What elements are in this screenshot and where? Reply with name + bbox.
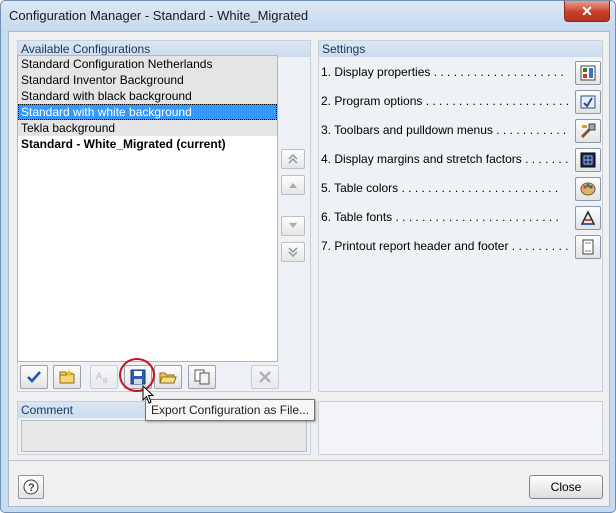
rename-configuration-button[interactable]: AB	[90, 365, 118, 389]
footer-separator	[9, 460, 609, 461]
config-list-item[interactable]: Standard Inventor Background	[18, 72, 277, 88]
copy-icon	[194, 369, 210, 385]
new-folder-icon	[59, 369, 75, 384]
setting-label: 5. Table colors . . . . . . . . . . . . …	[321, 181, 559, 195]
printout-button[interactable]	[575, 235, 601, 259]
triangle-down-icon	[289, 223, 297, 228]
import-configuration-button[interactable]	[154, 365, 182, 389]
double-chevron-down-icon	[288, 247, 298, 258]
settings-header: Settings	[319, 41, 602, 57]
window-close-button[interactable]: ✕	[564, 1, 610, 22]
delete-configuration-button[interactable]	[251, 365, 279, 389]
setting-row-display-properties: 1. Display properties . . . . . . . . . …	[321, 61, 611, 85]
configuration-manager-window: Configuration Manager - Standard - White…	[0, 0, 616, 513]
move-to-top-button[interactable]	[281, 149, 305, 169]
title-bar[interactable]: Configuration Manager - Standard - White…	[1, 1, 615, 31]
setting-label: 6. Table fonts . . . . . . . . . . . . .…	[321, 210, 559, 224]
setting-label: 1. Display properties . . . . . . . . . …	[321, 65, 564, 79]
close-button[interactable]: Close	[529, 475, 603, 499]
margins-button[interactable]	[575, 148, 601, 172]
setting-row-printout-header: 7. Printout report header and footer . .…	[321, 235, 611, 259]
config-list-item[interactable]: Tekla background	[18, 120, 277, 136]
mouse-cursor-icon	[142, 385, 155, 404]
config-list-item-current[interactable]: Standard - White_Migrated (current)	[18, 136, 277, 152]
svg-text:B: B	[103, 378, 108, 385]
display-properties-button[interactable]	[575, 61, 601, 85]
delete-x-icon	[259, 371, 271, 383]
help-button[interactable]: ?	[18, 475, 44, 499]
setting-row-table-colors: 5. Table colors . . . . . . . . . . . . …	[321, 177, 611, 201]
config-list-item-selected[interactable]: Standard with white background	[18, 104, 277, 120]
setting-row-display-margins: 4. Display margins and stretch factors .…	[321, 148, 611, 172]
window-title: Configuration Manager - Standard - White…	[9, 8, 309, 23]
new-configuration-button[interactable]	[53, 365, 81, 389]
setting-label: 7. Printout report header and footer . .…	[321, 239, 569, 253]
setting-row-table-fonts: 6. Table fonts . . . . . . . . . . . . .…	[321, 206, 611, 230]
toolbars-icon	[580, 123, 596, 139]
double-chevron-up-icon	[288, 153, 298, 164]
configurations-listbox[interactable]: Standard Configuration Netherlands Stand…	[17, 55, 278, 362]
display-properties-icon	[580, 65, 596, 81]
svg-text:A: A	[96, 371, 102, 381]
table-colors-icon	[580, 182, 596, 196]
export-tooltip: Export Configuration as File...	[145, 399, 316, 421]
table-colors-button[interactable]	[575, 177, 601, 201]
table-fonts-icon	[580, 210, 596, 225]
svg-text:?: ?	[28, 482, 35, 494]
comment-detail-panel	[318, 401, 603, 455]
config-list-item[interactable]: Standard with black background	[18, 88, 277, 104]
rename-icon: AB	[96, 371, 108, 385]
close-button-label: Close	[550, 480, 582, 494]
move-to-bottom-button[interactable]	[281, 242, 305, 262]
table-fonts-button[interactable]	[575, 206, 601, 230]
config-list-item[interactable]: Standard Configuration Netherlands	[18, 56, 277, 72]
copy-configuration-button[interactable]	[188, 365, 216, 389]
triangle-up-icon	[289, 183, 297, 188]
margins-icon	[580, 152, 596, 168]
checkmark-icon	[27, 371, 41, 383]
setting-row-program-options: 2. Program options . . . . . . . . . . .…	[321, 90, 611, 114]
toolbars-button[interactable]	[575, 119, 601, 143]
help-icon: ?	[23, 479, 39, 495]
printout-icon	[582, 239, 594, 255]
close-icon: ✕	[581, 2, 593, 19]
move-up-button[interactable]	[281, 175, 305, 195]
dialog-client-area: Available Configurations Standard Config…	[8, 31, 610, 507]
open-folder-icon	[159, 372, 177, 384]
setting-label: 3. Toolbars and pulldown menus . . . . .…	[321, 123, 569, 137]
setting-label: 4. Display margins and stretch factors .…	[321, 152, 569, 166]
move-down-button[interactable]	[281, 216, 305, 236]
setting-row-toolbars: 3. Toolbars and pulldown menus . . . . .…	[321, 119, 611, 143]
setting-label: 2. Program options . . . . . . . . . . .…	[321, 94, 569, 108]
program-options-button[interactable]	[575, 90, 601, 114]
comment-input[interactable]	[21, 420, 307, 452]
program-options-icon	[580, 95, 596, 109]
activate-configuration-button[interactable]	[20, 365, 48, 389]
